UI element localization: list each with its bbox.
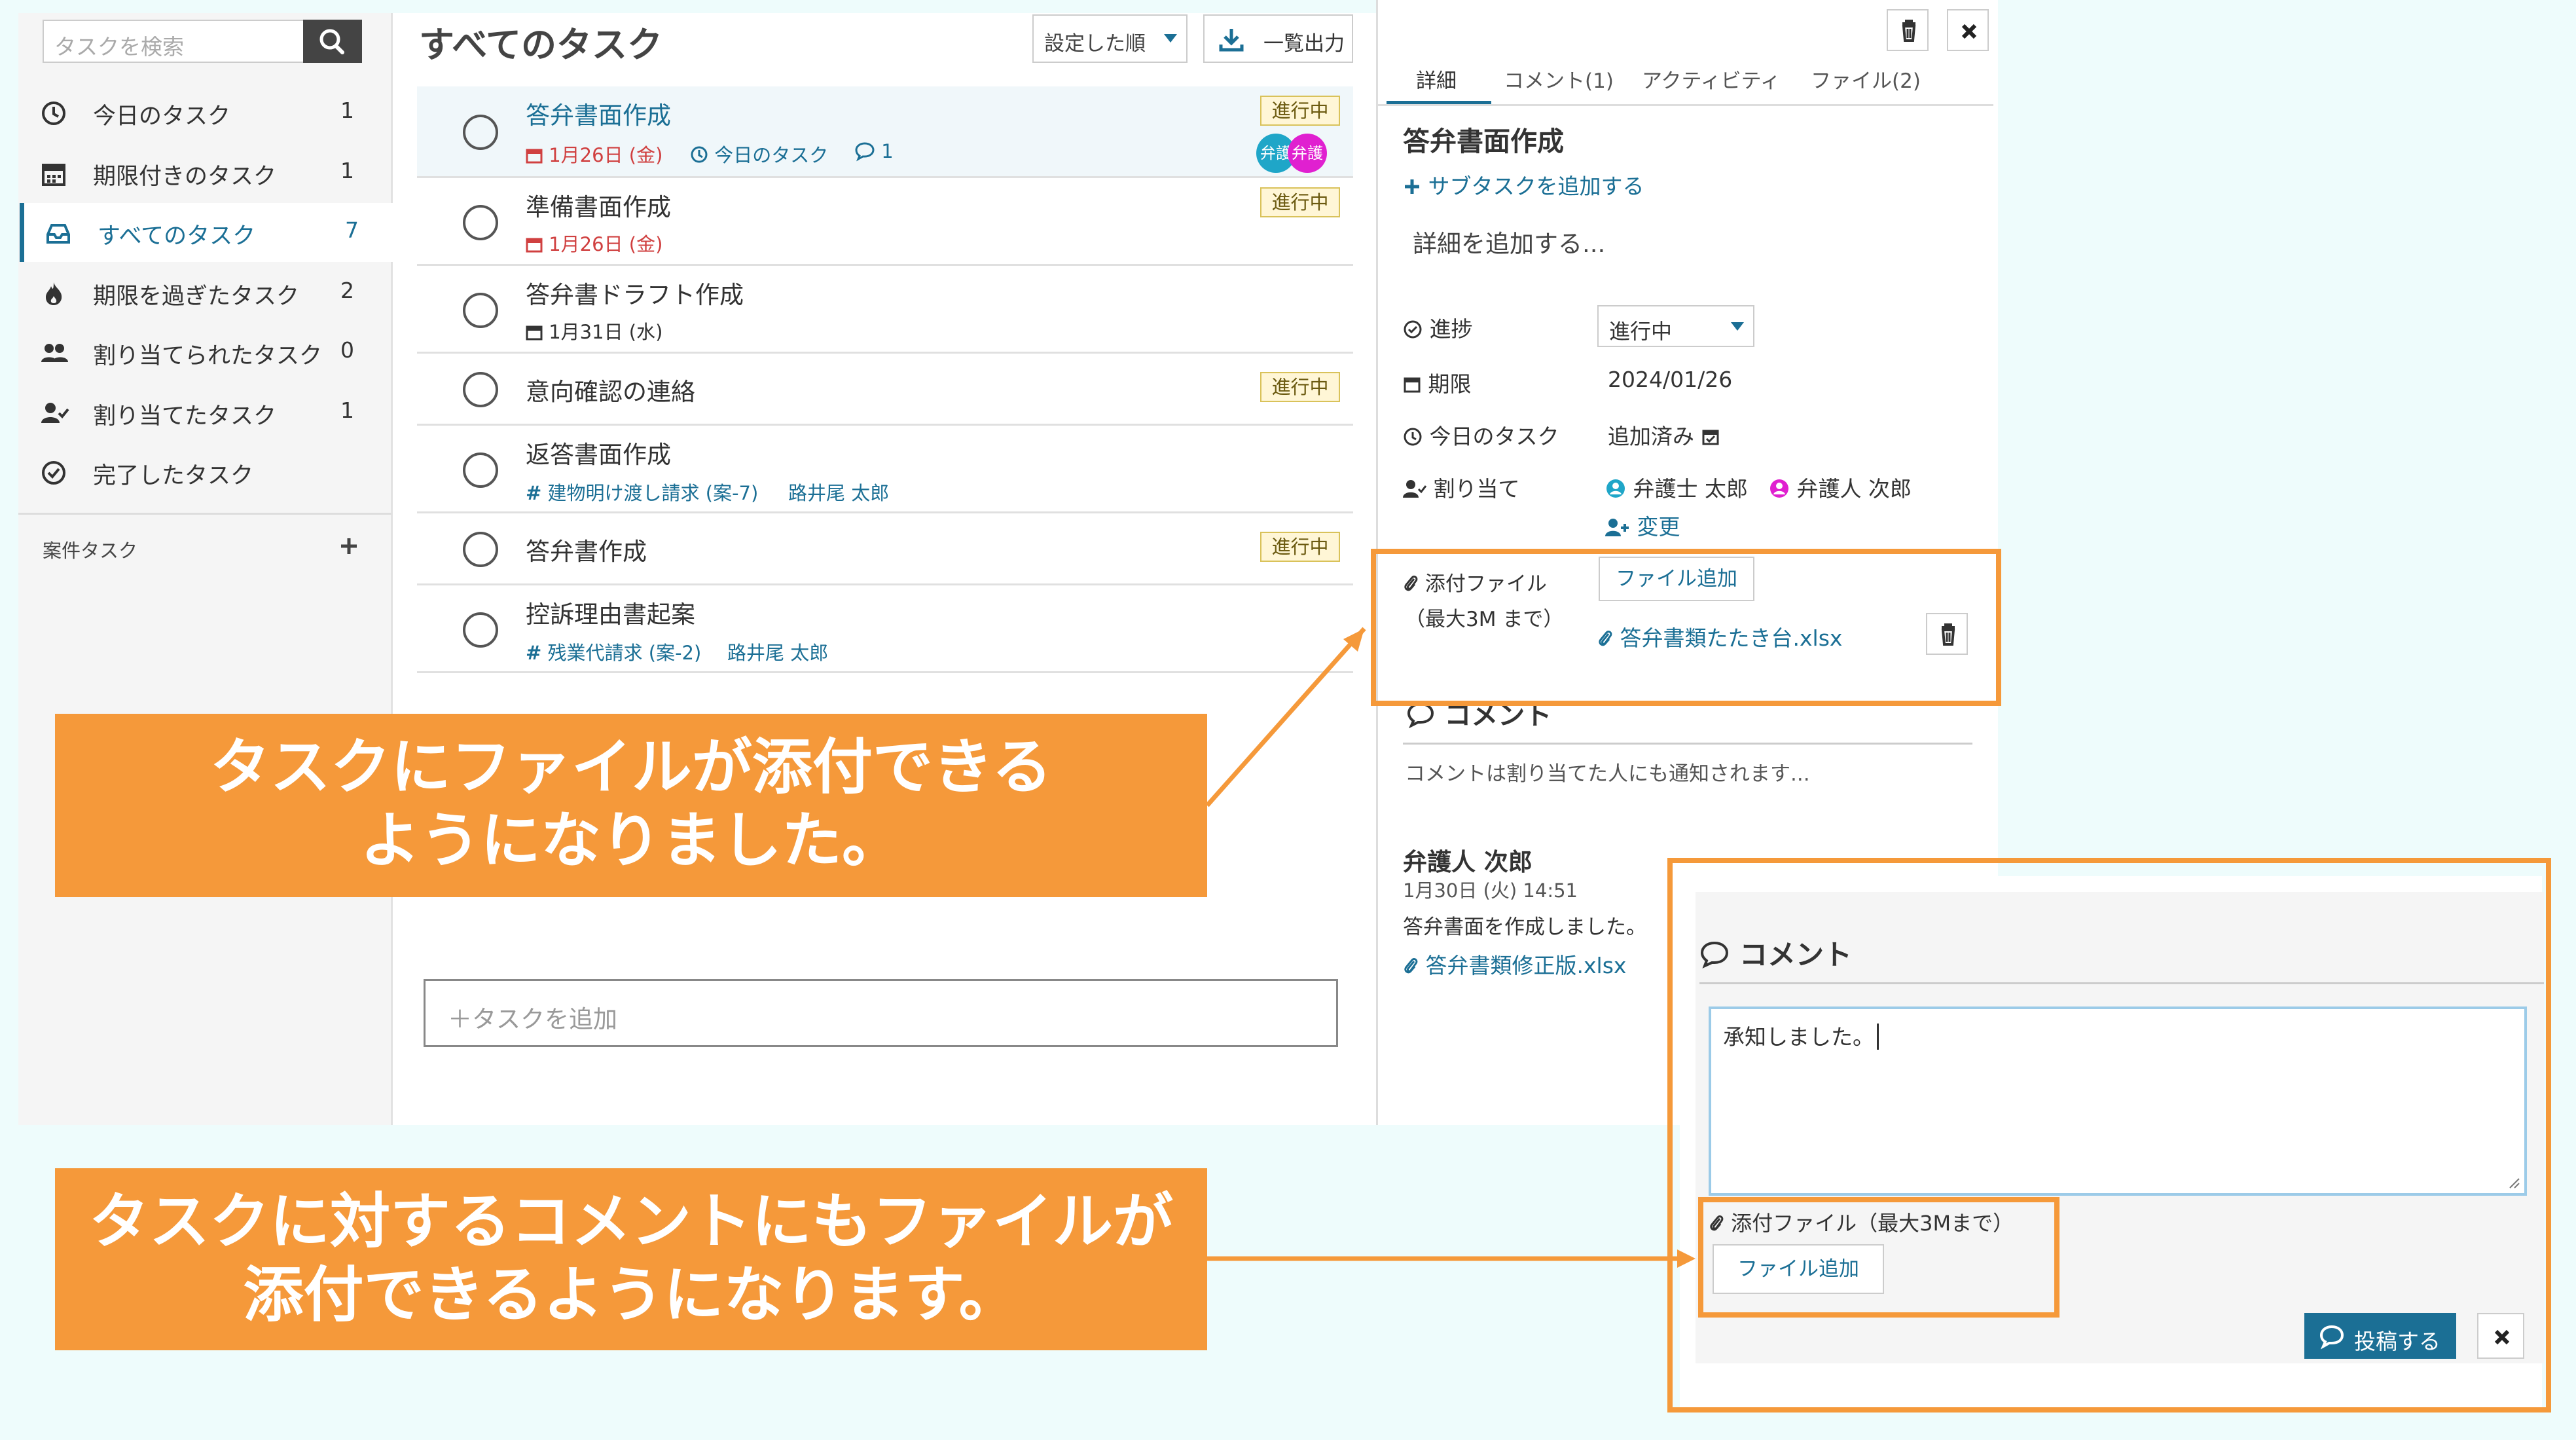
- callout-line: 添付できるようになります。: [243, 1260, 1019, 1330]
- callout-line: ようになりました。: [359, 805, 902, 876]
- arrow-line: [1205, 627, 1366, 807]
- callout-comment-attachment: タスクに対するコメントにもファイルが 添付できるようになります。: [55, 1168, 1207, 1350]
- callout-line: タスクに対するコメントにもファイルが: [88, 1187, 1173, 1257]
- arrow-head: [1677, 1249, 1696, 1268]
- callout-line: タスクにファイルが添付できる: [209, 732, 1053, 802]
- callout-task-attachment: タスクにファイルが添付できる ようになりました。: [55, 714, 1207, 897]
